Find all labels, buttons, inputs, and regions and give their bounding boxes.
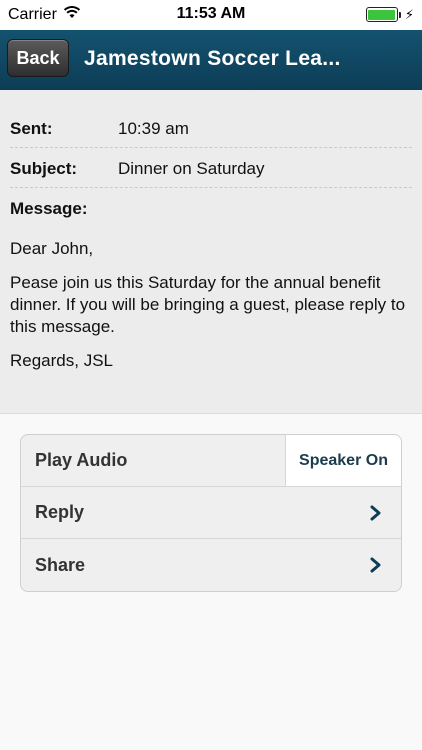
back-button[interactable]: Back — [7, 39, 69, 77]
speaker-on-button[interactable]: Speaker On — [285, 435, 401, 486]
share-label: Share — [35, 554, 86, 575]
subject-row: Subject: Dinner on Saturday — [10, 148, 412, 188]
sent-row: Sent: 10:39 am — [10, 90, 412, 148]
charging-bolt-icon: ⚡ — [404, 7, 414, 22]
battery-fill — [368, 9, 396, 20]
message-text: Pease join us this Saturday for the annu… — [10, 273, 406, 336]
reply-label: Reply — [35, 502, 85, 522]
status-time: 11:53 AM — [176, 5, 246, 22]
subject-label: Subject: — [10, 158, 78, 178]
subject-value: Dinner on Saturday — [118, 158, 265, 178]
status-bar: Carrier 11:53 AM ⚡ — [0, 0, 422, 30]
page-title: Jamestown Soccer Lea... — [84, 47, 341, 70]
sent-value: 10:39 am — [118, 118, 189, 138]
sent-label: Sent: — [10, 118, 53, 138]
message-closing: Regards, JSL — [10, 351, 113, 370]
status-right: ⚡ — [365, 7, 414, 22]
chevron-right-icon — [370, 557, 381, 573]
reply-row[interactable]: Reply — [21, 487, 401, 539]
battery-cap — [398, 11, 401, 18]
message-body: Dear John, Pease join us this Saturday f… — [10, 238, 412, 372]
message-greeting: Dear John, — [10, 239, 94, 258]
battery-icon — [365, 7, 398, 22]
chevron-right-icon — [370, 505, 381, 521]
share-row[interactable]: Share — [21, 539, 401, 591]
message-label-row: Message: — [10, 188, 412, 228]
play-audio-label: Play Audio — [35, 450, 128, 470]
message-panel: Sent: 10:39 am Subject: Dinner on Saturd… — [0, 90, 422, 414]
message-label: Message: — [10, 199, 88, 218]
nav-bar: Back Jamestown Soccer Lea... — [0, 30, 422, 90]
action-list: Play Audio Speaker On Reply Share — [20, 434, 402, 592]
play-audio-row[interactable]: Play Audio Speaker On — [21, 435, 401, 487]
